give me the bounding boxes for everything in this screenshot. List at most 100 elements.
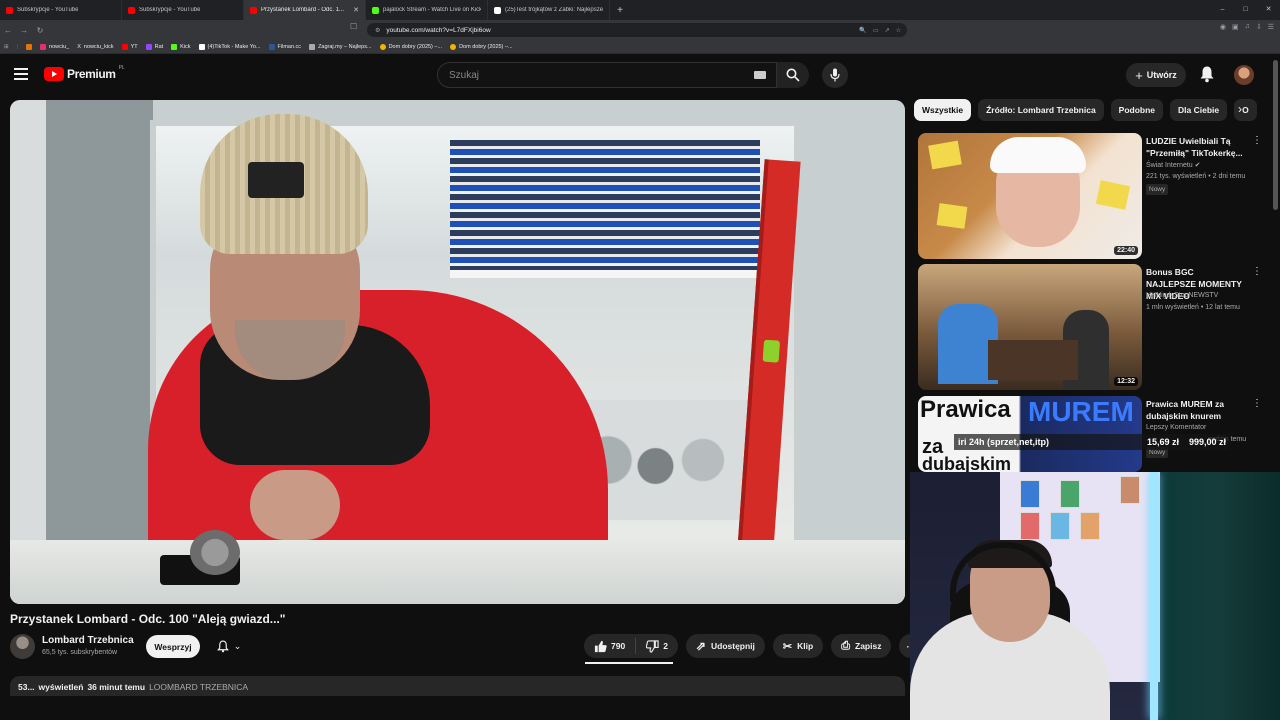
tiktok-icon	[198, 43, 205, 50]
video-title: Przystanek Lombard - Odc. 100 "Aleją gwi…	[10, 612, 286, 626]
extension-icon[interactable]: ◉	[1220, 23, 1226, 31]
bookmark-label: Kick	[180, 43, 191, 50]
chip-related[interactable]: Podobne	[1110, 99, 1164, 121]
bookmark-6[interactable]: (4)TikTok - Make Yo...	[198, 43, 261, 50]
tab-2-active[interactable]: Przystanek Lombard - Odc. 1... ✕	[244, 0, 366, 20]
video-frame-beanie	[200, 114, 368, 254]
share-icon[interactable]: ↗	[885, 27, 890, 34]
page-scrollbar[interactable]	[1273, 60, 1278, 210]
bookmark-1[interactable]: nowciu_	[40, 43, 69, 50]
channel-name[interactable]: Lombard Trzebnica	[42, 635, 134, 646]
bookmark-star-icon[interactable]: ☐	[350, 22, 357, 31]
x-icon: X	[77, 43, 81, 50]
subscription-bell-button[interactable]: ⌄	[206, 635, 252, 658]
chip-source[interactable]: Źródło: Lombard Trzebnica	[978, 99, 1104, 121]
screenshot-icon[interactable]: ▭	[873, 27, 879, 34]
notifications-bell-icon[interactable]	[1199, 65, 1215, 88]
close-tab-icon[interactable]: ✕	[353, 6, 359, 14]
back-icon[interactable]: ←	[0, 26, 16, 35]
voice-search-button[interactable]	[822, 62, 848, 88]
rec-channel[interactable]: Lepszy Komentator	[1146, 424, 1206, 431]
zoom-icon[interactable]: 🔍	[859, 27, 866, 34]
like-button[interactable]: 790	[584, 638, 637, 654]
more-options-icon[interactable]: ⋮	[1252, 398, 1262, 409]
clip-button[interactable]: ✂ Klip	[772, 634, 824, 658]
tab-3[interactable]: pajalock Stream - Watch Live on Kick	[366, 0, 488, 20]
rec-title[interactable]: Prawica MUREM za dubajskim knurem	[1146, 398, 1246, 422]
youtube-favicon-icon	[6, 6, 13, 14]
thumbs-up-icon	[594, 640, 607, 652]
donation-goal-label: iri 24h (sprzet,net,itp)	[958, 437, 1050, 447]
bookmark-0[interactable]	[26, 43, 33, 50]
thumbnail-note	[936, 203, 968, 229]
filman-icon	[268, 43, 275, 50]
recommended-video[interactable]: 22:40 LUDZIE Uwielbiali Tą "Przemiłą" Ti…	[914, 133, 1264, 261]
join-button[interactable]: Wesprzyj	[146, 635, 200, 658]
video-frame-shelf-board	[450, 270, 770, 278]
bookmark-5[interactable]: Kick	[171, 43, 191, 50]
more-options-icon[interactable]: ⋮	[1252, 266, 1262, 277]
bookmark-2[interactable]: Xnowciu_kick	[77, 44, 113, 50]
search-button[interactable]	[777, 62, 809, 88]
bookmark-3[interactable]: YT	[121, 43, 138, 50]
video-thumbnail[interactable]: 12:32	[918, 264, 1142, 390]
address-bar-row: ← → ↻ ☐ ⚙ youtube.com/watch?v=L7dFXjbi6o…	[0, 20, 1280, 40]
search-input[interactable]: Szukaj	[437, 62, 777, 88]
bookmark-8[interactable]: Zagraj.my – Najleps...	[309, 43, 372, 50]
site-info-icon[interactable]: ⚙	[375, 27, 380, 34]
bookmark-7[interactable]: Filman.cc	[268, 43, 301, 50]
tab-4[interactable]: (25)Test trójkątów z Żabki: Najlepsze...	[488, 0, 610, 20]
rec-channel[interactable]: Świat Internetu ✔	[1146, 161, 1201, 169]
bookmark-10[interactable]: Dom dobry (2025) –...	[450, 43, 513, 50]
keyboard-icon[interactable]	[754, 71, 766, 79]
account-avatar[interactable]	[1234, 65, 1254, 85]
youtube-premium-logo[interactable]: Premium PL	[44, 65, 125, 81]
bookmark-9[interactable]: Dom dobry (2025) –...	[379, 43, 442, 50]
webcam-poster	[1080, 512, 1100, 540]
bookmark-favicon-icon	[26, 43, 33, 50]
tab-1[interactable]: Subskrypcje - YouTube	[122, 0, 244, 20]
save-button[interactable]: ⎙ Zapisz	[831, 634, 892, 658]
menu-icon[interactable]: ☰	[1268, 23, 1274, 31]
scissors-icon: ✂	[782, 640, 793, 653]
url-field[interactable]: ⚙ youtube.com/watch?v=L7dFXjbi6ow 🔍 ▭ ↗ …	[367, 23, 907, 37]
star-icon[interactable]: ☆	[896, 27, 901, 34]
minimize-button[interactable]: –	[1211, 0, 1234, 20]
hamburger-menu-icon[interactable]	[14, 68, 28, 80]
plus-icon: +	[1135, 67, 1143, 83]
chevron-right-icon[interactable]: ›	[1238, 102, 1242, 116]
twitch-icon	[145, 43, 152, 50]
media-icon[interactable]: ♫	[1245, 23, 1250, 31]
channel-avatar[interactable]	[10, 634, 35, 659]
chip-for-you[interactable]: Dla Ciebie	[1170, 99, 1228, 121]
chip-all[interactable]: Wszystkie	[914, 99, 972, 121]
webcam-led-light	[1150, 472, 1158, 720]
rec-channel[interactable]: HHNigdyStopNEWSTV	[1146, 292, 1218, 299]
bookmark-4[interactable]: Rat	[145, 43, 163, 50]
video-player[interactable]	[10, 100, 905, 604]
apps-icon[interactable]: ⊞	[4, 44, 9, 50]
microphone-icon	[830, 68, 840, 82]
streamer-webcam	[910, 472, 1280, 720]
bookmark-favicon-icon	[450, 43, 457, 50]
video-thumbnail[interactable]: 22:40	[918, 133, 1142, 259]
extension-icon[interactable]: ▣	[1232, 23, 1239, 31]
dislike-button[interactable]: 2	[636, 639, 678, 653]
tab-0[interactable]: Subskrypcje - YouTube	[0, 0, 122, 20]
extension-icons: ◉ ▣ ♫ ⇩ ☰	[1220, 23, 1274, 31]
reload-icon[interactable]: ↻	[32, 26, 48, 35]
new-tab-button[interactable]: +	[610, 5, 630, 16]
recommended-video[interactable]: 12:32 Bonus BGC NAJLEPSZE MOMENTY MIX VI…	[914, 264, 1264, 392]
more-options-icon[interactable]: ⋮	[1252, 135, 1262, 146]
rec-title[interactable]: LUDZIE Uwielbiali Tą "Przemiłą" TikToker…	[1146, 135, 1246, 159]
thumbnail-text: Prawica	[920, 396, 1011, 423]
maximize-button[interactable]: □	[1234, 0, 1257, 20]
create-button[interactable]: + Utwórz	[1126, 63, 1186, 87]
forward-icon[interactable]: →	[16, 26, 32, 35]
close-window-button[interactable]: ✕	[1257, 0, 1280, 20]
duration-badge: 22:40	[1114, 246, 1138, 255]
share-button[interactable]: ⇗ Udostępnij	[685, 634, 765, 658]
rec-meta: 1 mln wyświetleń • 12 lat temu	[1146, 304, 1240, 311]
download-icon[interactable]: ⇩	[1256, 23, 1262, 31]
bookmark-label: Dom dobry (2025) –...	[459, 43, 513, 50]
